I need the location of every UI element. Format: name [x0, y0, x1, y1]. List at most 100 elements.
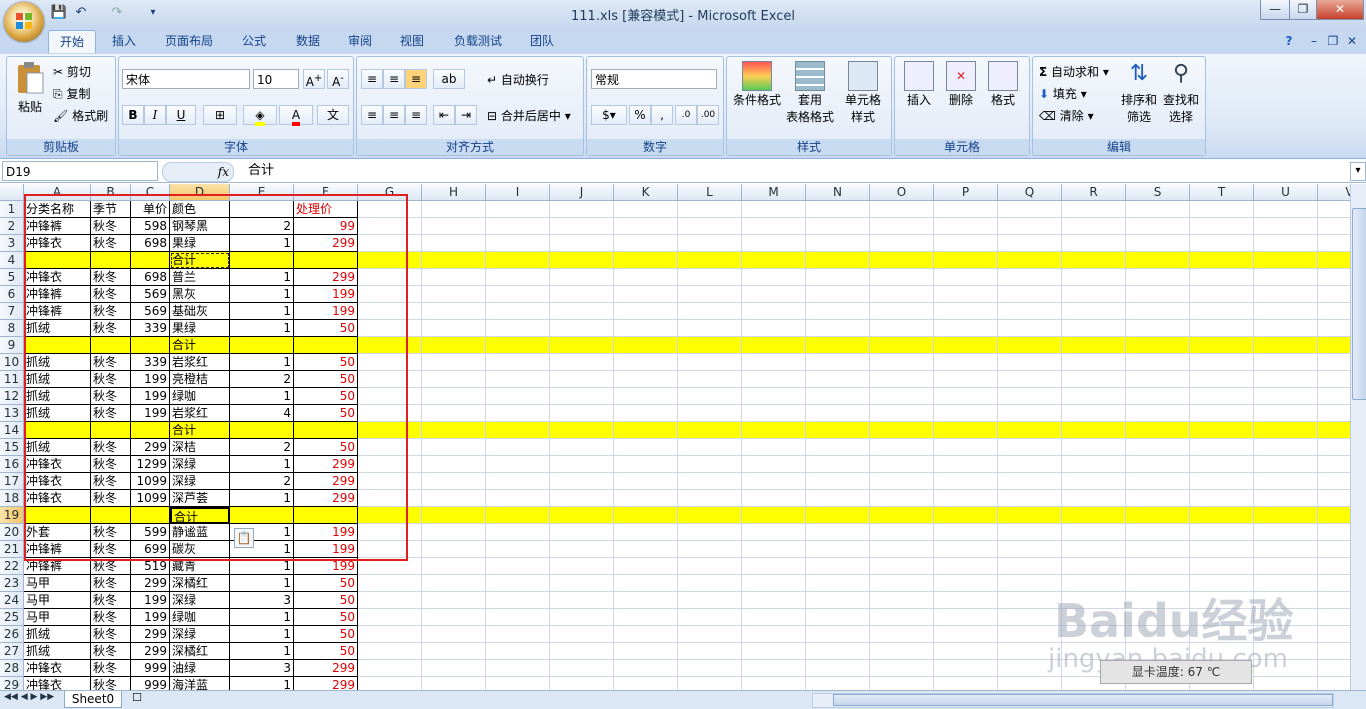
cell[interactable]	[998, 677, 1062, 690]
cell[interactable]	[742, 609, 806, 626]
cell[interactable]: 1	[230, 575, 294, 592]
cell[interactable]: 果绿	[170, 235, 230, 252]
cell[interactable]: 99	[294, 218, 358, 235]
cell[interactable]	[742, 473, 806, 490]
tab-team[interactable]: 团队	[522, 30, 562, 52]
cell[interactable]	[934, 422, 998, 439]
cell[interactable]	[230, 252, 294, 269]
cell[interactable]	[742, 439, 806, 456]
cell[interactable]: 秋冬	[91, 303, 131, 320]
ribbon-minimize-icon[interactable]: –	[1305, 30, 1323, 52]
cell[interactable]: 50	[294, 439, 358, 456]
cell[interactable]	[742, 354, 806, 371]
cell[interactable]	[1254, 558, 1318, 575]
cell[interactable]	[24, 422, 91, 439]
row-header[interactable]: 17	[0, 473, 24, 490]
cell[interactable]	[806, 558, 870, 575]
cell[interactable]	[550, 473, 614, 490]
cell[interactable]: 黑灰	[170, 286, 230, 303]
cell[interactable]	[870, 354, 934, 371]
cell[interactable]	[230, 201, 294, 218]
cell[interactable]: 冲锋裤	[24, 286, 91, 303]
cell[interactable]	[870, 558, 934, 575]
cell[interactable]	[678, 388, 742, 405]
column-header[interactable]: T	[1190, 184, 1254, 201]
cell[interactable]: 1	[230, 320, 294, 337]
cell[interactable]	[934, 303, 998, 320]
cell[interactable]	[422, 643, 486, 660]
cell[interactable]: 199	[131, 609, 170, 626]
cell[interactable]: 2	[230, 473, 294, 490]
cell[interactable]	[358, 609, 422, 626]
cell[interactable]: 深芦荟	[170, 490, 230, 507]
cell[interactable]	[742, 524, 806, 541]
cell[interactable]	[1254, 422, 1318, 439]
tab-load-test[interactable]: 负载测试	[446, 30, 510, 52]
cell[interactable]	[1318, 677, 1350, 690]
cell[interactable]: 1	[230, 609, 294, 626]
cell[interactable]	[614, 320, 678, 337]
cell[interactable]	[870, 592, 934, 609]
cell[interactable]: 冲锋裤	[24, 218, 91, 235]
cell[interactable]: 299	[131, 575, 170, 592]
cell[interactable]	[934, 286, 998, 303]
cell[interactable]	[486, 643, 550, 660]
column-header[interactable]: R	[1062, 184, 1126, 201]
delete-cells-button[interactable]: ✕ 删除	[941, 61, 981, 108]
cell[interactable]: 秋冬	[91, 269, 131, 286]
cell[interactable]: 1	[230, 269, 294, 286]
cell[interactable]	[358, 473, 422, 490]
row-header[interactable]: 13	[0, 405, 24, 422]
cell[interactable]: 秋冬	[91, 218, 131, 235]
cell[interactable]	[934, 337, 998, 354]
cell[interactable]	[1190, 286, 1254, 303]
cell[interactable]	[678, 592, 742, 609]
cell[interactable]	[1062, 422, 1126, 439]
insert-function-button[interactable]: fx	[162, 162, 234, 182]
cell[interactable]	[486, 320, 550, 337]
cell[interactable]	[934, 609, 998, 626]
cell[interactable]	[486, 337, 550, 354]
column-header[interactable]: A	[24, 184, 91, 201]
cell[interactable]: 绿咖	[170, 609, 230, 626]
cell[interactable]	[806, 252, 870, 269]
row-header[interactable]: 11	[0, 371, 24, 388]
cell[interactable]: 199	[294, 558, 358, 575]
row-header[interactable]: 29	[0, 677, 24, 690]
cell[interactable]: 抓绒	[24, 405, 91, 422]
increase-indent-button[interactable]: ⇥	[455, 105, 477, 125]
cell[interactable]	[1190, 405, 1254, 422]
cell[interactable]: 合计	[170, 252, 230, 269]
column-header[interactable]: V	[1318, 184, 1350, 201]
cell[interactable]: 抓绒	[24, 320, 91, 337]
cell[interactable]	[678, 643, 742, 660]
cell[interactable]	[998, 609, 1062, 626]
cell[interactable]	[1254, 303, 1318, 320]
cell[interactable]	[614, 388, 678, 405]
row-header[interactable]: 5	[0, 269, 24, 286]
cell[interactable]: 秋冬	[91, 235, 131, 252]
cell[interactable]	[422, 473, 486, 490]
cell[interactable]	[934, 388, 998, 405]
cell[interactable]: 秋冬	[91, 660, 131, 677]
cell[interactable]	[934, 354, 998, 371]
cell[interactable]	[998, 286, 1062, 303]
insert-sheet-icon[interactable]: ☐	[124, 691, 150, 707]
cell[interactable]	[1190, 269, 1254, 286]
cell[interactable]	[1318, 626, 1350, 643]
cell[interactable]	[358, 252, 422, 269]
cell[interactable]: 299	[294, 677, 358, 690]
cell[interactable]	[806, 354, 870, 371]
cell[interactable]	[550, 643, 614, 660]
cell[interactable]	[806, 575, 870, 592]
grow-font-button[interactable]: A+	[303, 69, 325, 89]
cell[interactable]	[1126, 286, 1190, 303]
cell[interactable]	[486, 677, 550, 690]
cell[interactable]	[614, 473, 678, 490]
cell[interactable]	[422, 422, 486, 439]
cell[interactable]	[806, 320, 870, 337]
cell[interactable]	[678, 252, 742, 269]
cell[interactable]	[614, 592, 678, 609]
cell[interactable]: 199	[294, 524, 358, 541]
cell[interactable]	[678, 541, 742, 558]
